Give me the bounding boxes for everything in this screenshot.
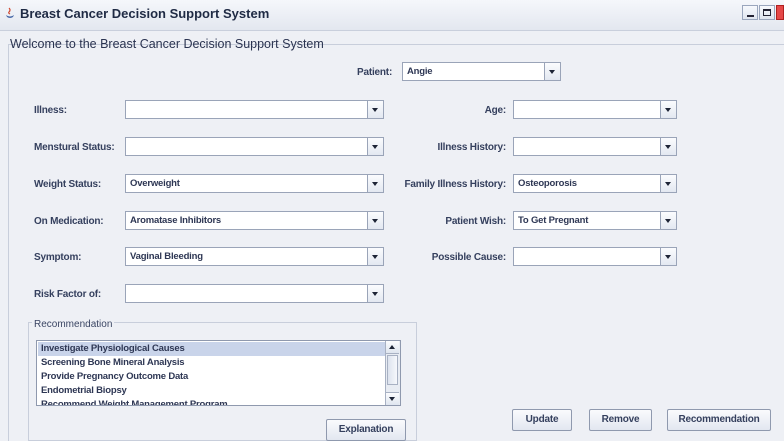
chevron-down-icon[interactable] <box>367 138 383 155</box>
illness-label: Illness: <box>34 105 67 116</box>
age-label: Age: <box>484 105 507 116</box>
java-app-icon <box>6 7 14 18</box>
illness-history-combo[interactable] <box>513 137 677 156</box>
list-item[interactable]: Provide Pregnancy Outcome Data <box>38 370 385 384</box>
close-button[interactable] <box>776 5 784 20</box>
family-illness-history-label: Family Illness History: <box>404 179 506 190</box>
update-button[interactable]: Update <box>512 409 572 431</box>
symptom-label: Symptom: <box>34 252 82 263</box>
family-illness-history-combo[interactable]: Osteoporosis <box>513 174 677 193</box>
patient-label: Patient: <box>357 67 393 78</box>
chevron-down-icon[interactable] <box>660 138 676 155</box>
chevron-down-icon[interactable] <box>367 212 383 229</box>
on-medication-value: Aromatase Inhibitors <box>130 215 222 226</box>
on-medication-label: On Medication: <box>34 216 104 227</box>
age-combo[interactable] <box>513 100 677 119</box>
recommendation-button[interactable]: Recommendation <box>667 409 771 431</box>
main-window: Breast Cancer Decision Support System We… <box>0 0 784 441</box>
possible-cause-combo[interactable] <box>513 247 677 266</box>
menstrual-status-combo[interactable] <box>125 137 384 156</box>
menstrual-status-label: Menstural Status: <box>34 142 115 153</box>
illness-history-label: Illness History: <box>437 142 507 153</box>
weight-status-label: Weight Status: <box>34 179 102 190</box>
symptom-combo[interactable]: Vaginal Bleeding <box>125 247 384 266</box>
vertical-scrollbar[interactable] <box>385 341 400 405</box>
title-bar: Breast Cancer Decision Support System <box>0 0 784 31</box>
scroll-thumb[interactable] <box>387 355 398 385</box>
scroll-up-icon[interactable] <box>386 341 399 354</box>
chevron-down-icon[interactable] <box>367 248 383 265</box>
list-item[interactable]: Endometrial Biopsy <box>38 384 385 398</box>
list-item[interactable]: Investigate Physiological Causes <box>38 342 385 356</box>
list-item[interactable]: Recommend Weight Management Program <box>38 398 385 405</box>
patient-combo[interactable]: Angie <box>402 62 561 81</box>
chevron-down-icon[interactable] <box>660 248 676 265</box>
patient-wish-value: To Get Pregnant <box>518 215 589 226</box>
symptom-value: Vaginal Bleeding <box>130 251 203 262</box>
possible-cause-label: Possible Cause: <box>431 252 506 263</box>
patient-value: Angie <box>407 66 433 77</box>
illness-combo[interactable] <box>125 100 384 119</box>
chevron-down-icon[interactable] <box>660 101 676 118</box>
minimize-button[interactable] <box>742 5 758 20</box>
weight-status-value: Overweight <box>130 178 180 189</box>
patient-wish-label: Patient Wish: <box>445 216 506 227</box>
family-illness-history-value: Osteoporosis <box>518 178 577 189</box>
list-item[interactable]: Screening Bone Mineral Analysis <box>38 356 385 370</box>
risk-factor-label: Risk Factor of: <box>34 289 102 300</box>
welcome-heading: Welcome to the Breast Cancer Decision Su… <box>10 37 324 51</box>
explanation-button[interactable]: Explanation <box>326 419 406 441</box>
chevron-down-icon[interactable] <box>367 101 383 118</box>
chevron-down-icon[interactable] <box>367 285 383 302</box>
recommendation-title: Recommendation <box>32 319 115 330</box>
chevron-down-icon[interactable] <box>660 212 676 229</box>
weight-status-combo[interactable]: Overweight <box>125 174 384 193</box>
risk-factor-combo[interactable] <box>125 284 384 303</box>
scroll-down-icon[interactable] <box>386 392 399 405</box>
window-title: Breast Cancer Decision Support System <box>20 6 270 21</box>
on-medication-combo[interactable]: Aromatase Inhibitors <box>125 211 384 230</box>
recommendation-list[interactable]: Investigate Physiological Causes Screeni… <box>36 340 401 406</box>
chevron-down-icon[interactable] <box>367 175 383 192</box>
chevron-down-icon[interactable] <box>660 175 676 192</box>
maximize-button[interactable] <box>759 5 775 20</box>
chevron-down-icon[interactable] <box>544 63 560 80</box>
patient-wish-combo[interactable]: To Get Pregnant <box>513 211 677 230</box>
remove-button[interactable]: Remove <box>589 409 652 431</box>
